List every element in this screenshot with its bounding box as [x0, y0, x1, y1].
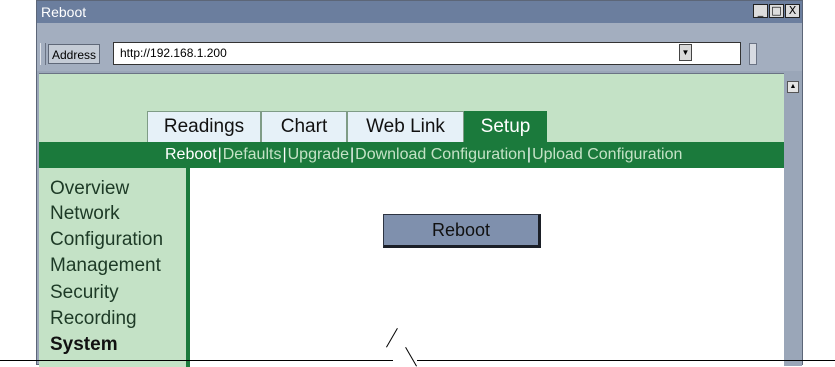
address-toolbar: Address http://192.168.1.200 ▼ — [37, 23, 802, 71]
sidebar-item-management[interactable]: Management — [50, 255, 161, 277]
callout-line-right — [417, 360, 835, 361]
tab-readings[interactable]: Readings — [147, 111, 261, 142]
sidebar-item-network[interactable]: Network — [50, 203, 120, 225]
page-viewport: Readings Chart Web Link Setup Reboot|Def… — [39, 73, 784, 367]
maximize-button[interactable]: □ — [769, 4, 784, 18]
address-dropdown-button[interactable]: ▼ — [679, 44, 692, 61]
sidebar-item-recording[interactable]: Recording — [50, 308, 137, 330]
arrow-up-icon: ▲ — [789, 83, 797, 90]
tab-chart[interactable]: Chart — [261, 111, 347, 142]
toolbar-separator — [749, 43, 757, 65]
address-input[interactable]: http://192.168.1.200 — [113, 42, 741, 65]
chevron-down-icon: ▼ — [681, 48, 690, 57]
toolbar-grip[interactable] — [40, 43, 46, 65]
sidebar-item-system[interactable]: System — [50, 334, 118, 356]
tab-setup[interactable]: Setup — [464, 111, 547, 142]
sidebar-item-configuration[interactable]: Configuration — [50, 229, 163, 251]
subnav-reboot[interactable]: Reboot — [165, 146, 217, 163]
subnav-items: Reboot|Defaults|Upgrade|Download Configu… — [165, 142, 682, 168]
tab-web-link[interactable]: Web Link — [347, 111, 464, 142]
window-title: Reboot — [41, 4, 87, 20]
sidebar-item-overview[interactable]: Overview — [50, 178, 129, 200]
setup-subnav: Reboot|Defaults|Upgrade|Download Configu… — [39, 142, 784, 168]
header-band: Readings Chart Web Link Setup — [39, 74, 784, 144]
subnav-upgrade[interactable]: Upgrade — [288, 146, 349, 163]
scroll-up-button[interactable]: ▲ — [787, 81, 799, 93]
sidebar-item-security[interactable]: Security — [50, 282, 119, 304]
sidebar: Overview Network Configuration Managemen… — [39, 168, 190, 367]
callout-line-left — [0, 360, 393, 361]
address-url: http://192.168.1.200 — [120, 46, 227, 60]
title-bar: Reboot _ □ X — [37, 1, 802, 23]
browser-window: Reboot _ □ X Address http://192.168.1.20… — [36, 0, 803, 367]
subnav-download-configuration[interactable]: Download Configuration — [355, 146, 526, 163]
subnav-upload-configuration[interactable]: Upload Configuration — [532, 146, 682, 163]
minimize-button[interactable]: _ — [753, 4, 768, 18]
subnav-defaults[interactable]: Defaults — [223, 146, 282, 163]
reboot-button[interactable]: Reboot — [383, 214, 541, 248]
window-controls: _ □ X — [753, 4, 800, 18]
address-label: Address — [48, 44, 101, 64]
close-button[interactable]: X — [785, 4, 800, 18]
vertical-scrollbar[interactable]: ▲ — [784, 73, 802, 366]
